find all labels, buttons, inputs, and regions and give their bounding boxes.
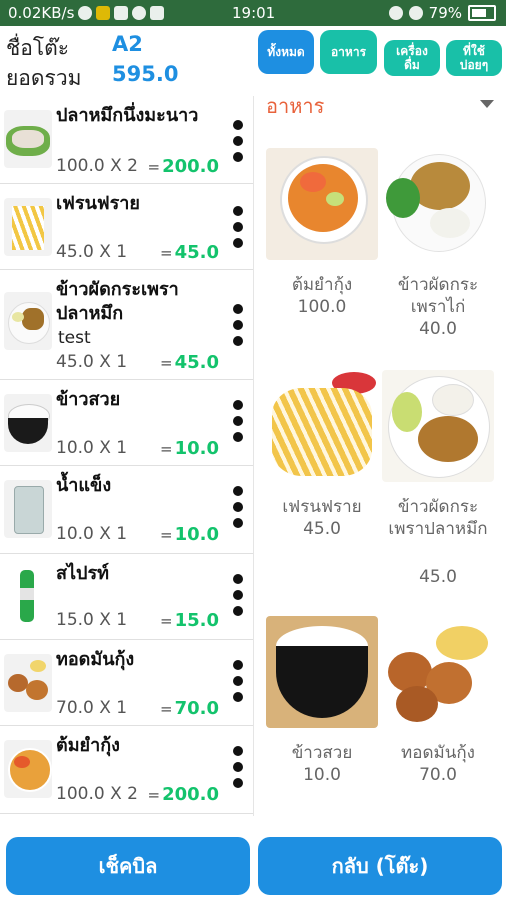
menu-item-image <box>382 616 494 728</box>
more-options-icon[interactable] <box>233 400 243 448</box>
battery-percent: 79% <box>428 4 462 22</box>
menu-item[interactable]: เฟรนฟราย 45.0 <box>266 370 378 540</box>
wifi-icon <box>78 6 93 20</box>
menu-item-name: ข้าวสวย <box>291 743 353 763</box>
item-qty: 10.0 X 1 <box>56 438 128 458</box>
more-options-icon[interactable] <box>233 574 243 622</box>
menu-item[interactable]: ต้มยำกุ้ง 100.0 <box>266 148 378 318</box>
menu-item-name: ทอดมันกุ้ง <box>401 743 475 763</box>
menu-item-name: ต้มยำกุ้ง <box>291 275 353 295</box>
order-row[interactable]: น้ำแข็ง 10.0 X 1 = 10.0 <box>0 466 253 554</box>
item-thumbnail <box>4 654 52 712</box>
item-total: = 200.0 <box>147 156 219 177</box>
item-total: = 200.0 <box>147 784 219 805</box>
category-favorites-button[interactable]: ที่ใช้บ่อยๆ <box>446 40 502 76</box>
clock: 19:01 <box>232 4 276 22</box>
more-options-icon[interactable] <box>233 304 243 352</box>
menu-item-price: 100.0 <box>297 297 347 317</box>
item-qty: 70.0 X 1 <box>56 698 128 718</box>
back-to-table-button[interactable]: กลับ (โต๊ะ) <box>258 837 502 895</box>
item-thumbnail <box>4 740 52 798</box>
order-row[interactable]: เฟรนฟราย 45.0 X 1 = 45.0 <box>0 184 253 270</box>
item-total: = 10.0 <box>160 438 219 459</box>
messenger-icon <box>132 6 147 20</box>
menu-item[interactable]: ข้าวผัดกระเพราไก่ 40.0 <box>382 148 494 340</box>
item-name: ปลาหมึกนึ่งมะนาว <box>56 105 199 126</box>
menu-item-price: 45.0 <box>419 567 457 587</box>
dropdown-selected: อาหาร <box>266 94 325 118</box>
status-bar: 0.02KB/s 19:01 79% <box>0 0 506 26</box>
menu-item-price: 45.0 <box>303 519 341 539</box>
menu-item-image <box>266 148 378 260</box>
order-row[interactable]: ทอดมันกุ้ง 70.0 X 1 = 70.0 <box>0 640 253 726</box>
order-row[interactable]: ต้มยำกุ้ง 100.0 X 2 = 200.0 <box>0 726 253 814</box>
menu-item-name: เฟรนฟราย <box>282 497 362 517</box>
more-options-icon[interactable] <box>233 746 243 794</box>
order-row[interactable]: ข้าวผัดกระเพรา ปลาหมึก test 45.0 X 1 = 45… <box>0 270 253 380</box>
total-value: 595.0 <box>112 62 179 86</box>
menu-item-image <box>382 148 494 260</box>
more-options-icon[interactable] <box>233 660 243 708</box>
item-total: = 70.0 <box>160 698 219 719</box>
item-total: = 45.0 <box>160 242 219 263</box>
eye-icon <box>408 6 423 20</box>
battery-icon <box>468 5 496 21</box>
menu-item-name: ข้าวผัดกระเพราปลาหมึก <box>388 497 488 539</box>
item-total: = 45.0 <box>160 352 219 373</box>
order-row[interactable]: ปลาหมึกนึ่งมะนาว 100.0 X 2 = 200.0 <box>0 96 253 184</box>
more-options-icon[interactable] <box>233 206 243 254</box>
item-name: ข้าวผัดกระเพรา ปลาหมึก <box>56 279 179 324</box>
item-thumbnail <box>4 480 52 538</box>
item-thumbnail <box>4 198 52 256</box>
item-qty: 100.0 X 2 <box>56 156 138 176</box>
table-value: A2 <box>112 32 143 56</box>
category-all-button[interactable]: ทั้งหมด <box>258 30 314 74</box>
item-name: สไปรท์ <box>56 563 109 584</box>
item-total: = 10.0 <box>160 524 219 545</box>
order-row[interactable]: ข้าวสวย 10.0 X 1 = 10.0 <box>0 380 253 466</box>
item-thumbnail <box>4 292 52 350</box>
category-drinks-button[interactable]: เครื่องดื่ม <box>384 40 440 76</box>
more-options-icon[interactable] <box>233 120 243 168</box>
menu-item-name: ข้าวผัดกระเพราไก่ <box>397 275 479 317</box>
skype-icon <box>114 6 129 20</box>
item-note: test <box>58 328 91 348</box>
menu-item[interactable]: ข้าวผัดกระเพราปลาหมึก 45.0 <box>382 370 494 588</box>
item-thumbnail <box>4 566 52 624</box>
item-qty: 10.0 X 1 <box>56 524 128 544</box>
menu-item-price: 10.0 <box>303 765 341 785</box>
chevron-down-icon <box>480 100 494 108</box>
order-list[interactable]: ปลาหมึกนึ่งมะนาว 100.0 X 2 = 200.0 เฟรนฟร… <box>0 96 254 816</box>
category-dropdown[interactable]: อาหาร <box>264 88 500 118</box>
item-qty: 100.0 X 2 <box>56 784 138 804</box>
item-name: ต้มยำกุ้ง <box>56 735 120 756</box>
cat-icon <box>150 6 165 20</box>
item-thumbnail <box>4 394 52 452</box>
alarm-icon <box>388 6 403 20</box>
category-food-button[interactable]: อาหาร <box>320 30 377 74</box>
notification-icon <box>96 6 111 20</box>
item-name: เฟรนฟราย <box>56 193 140 214</box>
item-total: = 15.0 <box>160 610 219 631</box>
menu-item-image <box>266 370 378 482</box>
menu-item-price: 70.0 <box>419 765 457 785</box>
item-name: ทอดมันกุ้ง <box>56 649 135 670</box>
total-label: ยอดรวม <box>6 66 82 90</box>
item-qty: 15.0 X 1 <box>56 610 128 630</box>
network-speed: 0.02KB/s <box>8 4 75 22</box>
table-label: ชื่อโต๊ะ <box>6 36 70 60</box>
menu-item-image <box>266 616 378 728</box>
item-name: น้ำแข็ง <box>56 475 112 496</box>
order-row[interactable]: สไปรท์ 15.0 X 1 = 15.0 <box>0 554 253 640</box>
menu-item[interactable]: ทอดมันกุ้ง 70.0 <box>382 616 494 786</box>
more-options-icon[interactable] <box>233 486 243 534</box>
menu-item-price: 40.0 <box>419 319 457 339</box>
item-name: ข้าวสวย <box>56 389 121 410</box>
item-qty: 45.0 X 1 <box>56 352 128 372</box>
item-qty: 45.0 X 1 <box>56 242 128 262</box>
menu-item[interactable]: ข้าวสวย 10.0 <box>266 616 378 786</box>
check-bill-button[interactable]: เช็คบิล <box>6 837 250 895</box>
menu-item-image <box>382 370 494 482</box>
item-thumbnail <box>4 110 52 168</box>
